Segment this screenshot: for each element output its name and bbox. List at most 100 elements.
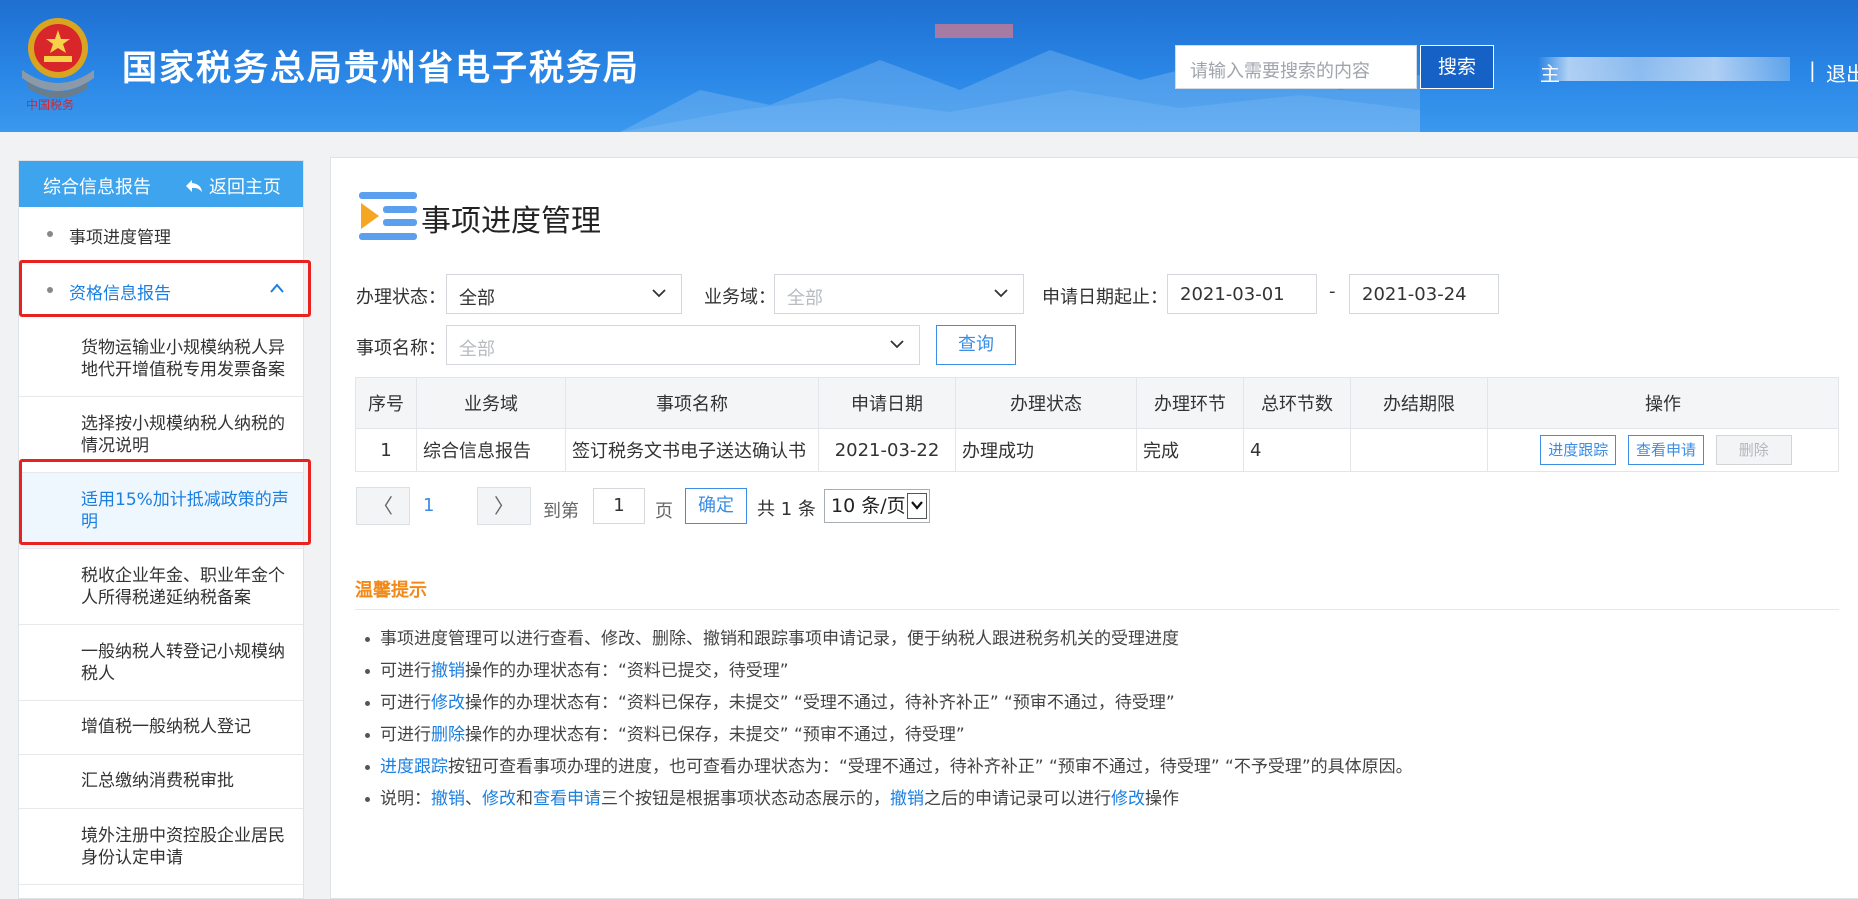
status-filter-label: 办理状态： bbox=[356, 287, 446, 308]
page-number-current[interactable]: 1 bbox=[423, 495, 434, 516]
tip-highlight: 删除 bbox=[431, 725, 465, 745]
sub-item-label: 增值税一般纳税人登记 bbox=[81, 717, 251, 737]
search-button[interactable]: 搜索 bbox=[1420, 45, 1494, 89]
sub-item-label: 境外注册中资控股企业居民身份认定申请 bbox=[81, 826, 285, 868]
col-header: 办理状态 bbox=[955, 377, 1137, 429]
delete-button[interactable]: 删除 bbox=[1715, 435, 1792, 465]
back-home-label: 返回主页 bbox=[209, 177, 281, 198]
goto-page-input[interactable]: 1 bbox=[593, 488, 645, 524]
emblem-caption: 中国税务 bbox=[26, 98, 75, 112]
date-to-input[interactable]: 2021-03-24 bbox=[1349, 274, 1499, 314]
back-arrow-icon bbox=[185, 177, 203, 198]
sidebar-item-label: 事项进度管理 bbox=[69, 228, 171, 248]
next-page-button[interactable]: 〉 bbox=[477, 487, 531, 525]
search-input[interactable]: 请输入需要搜索的内容 bbox=[1175, 45, 1417, 89]
cell-date: 2021-03-22 bbox=[818, 428, 956, 472]
tip-highlight: 进度跟踪 bbox=[380, 757, 448, 777]
page-size-value: 10 条/页 bbox=[831, 495, 906, 517]
page-size-select[interactable]: 10 条/页 bbox=[824, 489, 930, 523]
sidebar-item-progress[interactable]: 事项进度管理 bbox=[19, 207, 303, 261]
tip-text: 按钮可查看事项办理的进度，也可查看办理状态为：“受理不通过，待补齐补正” “预审… bbox=[448, 757, 1413, 777]
col-header: 总环节数 bbox=[1243, 377, 1351, 429]
total-count: 共 1 条 bbox=[757, 499, 816, 520]
sub-item-consumption-tax[interactable]: 汇总缴纳消费税审批 bbox=[19, 755, 303, 809]
track-progress-button[interactable]: 进度跟踪 bbox=[1540, 435, 1617, 465]
name-select[interactable]: 全部 bbox=[446, 325, 920, 365]
highlight-box bbox=[19, 260, 311, 317]
goto-confirm-button[interactable]: 确定 bbox=[685, 488, 747, 524]
chevron-down-icon bbox=[993, 283, 1009, 307]
tip-text: 事项进度管理可以进行查看、修改、删除、撤销和跟踪事项申请记录，便于纳税人跟进税务… bbox=[380, 629, 1179, 649]
tip-highlight: 修改 bbox=[431, 693, 465, 713]
progress-table: 序号 业务域 事项名称 申请日期 办理状态 办理环节 总环节数 办结期限 操作 … bbox=[355, 377, 1839, 472]
bullet-icon bbox=[365, 796, 370, 802]
sub-item-label: 货物运输业小规模纳税人异地代开增值税专用发票备案 bbox=[81, 338, 285, 380]
goto-label: 到第 bbox=[543, 501, 579, 522]
sidebar-header: 综合信息报告 返回主页 bbox=[19, 161, 303, 207]
cell-status: 办理成功 bbox=[955, 428, 1137, 472]
sub-item-annuity-filing[interactable]: 税收企业年金、职业年金个人所得税递延纳税备案 bbox=[19, 549, 303, 625]
col-header: 操作 bbox=[1487, 377, 1839, 429]
tip-item: 说明：撤销、修改和查看申请三个按钮是根据事项状态动态展示的，撤销之后的申请记录可… bbox=[365, 784, 1179, 809]
back-home-link[interactable]: 返回主页 bbox=[185, 173, 281, 199]
domain-select-value: 全部 bbox=[787, 288, 823, 309]
name-filter-label: 事项名称： bbox=[356, 338, 446, 359]
col-header: 申请日期 bbox=[818, 377, 956, 429]
tip-item: 可进行撤销操作的办理状态有：“资料已提交，待受理” bbox=[365, 656, 789, 681]
tip-item: 事项进度管理可以进行查看、修改、删除、撤销和跟踪事项申请记录，便于纳税人跟进税务… bbox=[365, 624, 1179, 649]
sub-item-vat-registration[interactable]: 增值税一般纳税人登记 bbox=[19, 701, 303, 755]
highlight-box bbox=[19, 459, 311, 545]
tip-highlight: 修改 bbox=[482, 789, 516, 809]
bullet-icon bbox=[365, 636, 370, 642]
tip-text: 操作 bbox=[1145, 789, 1179, 809]
prev-page-button[interactable]: 〈 bbox=[356, 487, 410, 525]
query-button[interactable]: 查询 bbox=[936, 325, 1016, 365]
tip-text: 操作的办理状态有：“资料已保存，未提交” “受理不通过，待补齐补正” “预审不通… bbox=[465, 693, 1175, 713]
tip-text: 和 bbox=[516, 789, 533, 809]
col-header: 业务域 bbox=[416, 377, 566, 429]
bullet-icon bbox=[365, 732, 370, 738]
logout-link[interactable]: 退出 bbox=[1826, 58, 1858, 87]
name-select-value: 全部 bbox=[459, 339, 495, 360]
date-range-label: 申请日期起止： bbox=[1042, 287, 1168, 308]
tips-title: 温馨提示 bbox=[355, 580, 427, 601]
sub-item-label: 汇总缴纳消费税审批 bbox=[81, 771, 234, 791]
sub-item-freight-invoice[interactable]: 货物运输业小规模纳税人异地代开增值税专用发票备案 bbox=[19, 321, 303, 397]
list-play-icon bbox=[359, 192, 417, 240]
dropdown-arrow-icon bbox=[907, 493, 927, 519]
tip-highlight: 修改 bbox=[1111, 789, 1145, 809]
bullet-icon bbox=[365, 668, 370, 674]
bullet-icon bbox=[365, 700, 370, 706]
date-from-input[interactable]: 2021-03-01 bbox=[1167, 274, 1317, 314]
page-unit-label: 页 bbox=[655, 501, 673, 522]
user-info-redacted bbox=[1538, 57, 1790, 81]
table-header-row: 序号 业务域 事项名称 申请日期 办理状态 办理环节 总环节数 办结期限 操作 bbox=[355, 377, 1839, 429]
col-header: 事项名称 bbox=[565, 377, 819, 429]
domain-select[interactable]: 全部 bbox=[774, 274, 1024, 314]
bullet-icon bbox=[365, 764, 370, 770]
sidebar-title[interactable]: 综合信息报告 bbox=[43, 173, 151, 199]
table-row: 1 综合信息报告 签订税务文书电子送达确认书 2021-03-22 办理成功 完… bbox=[355, 428, 1839, 472]
status-select[interactable]: 全部 bbox=[446, 274, 682, 314]
tip-text: 可进行 bbox=[380, 725, 431, 745]
bullet-icon bbox=[47, 231, 53, 237]
tip-text: 三个按钮是根据事项状态动态展示的， bbox=[601, 789, 890, 809]
cell-name: 签订税务文书电子送达确认书 bbox=[565, 428, 819, 472]
tip-item: 可进行修改操作的办理状态有：“资料已保存，未提交” “受理不通过，待补齐补正” … bbox=[365, 688, 1175, 713]
header-separator: | bbox=[1809, 58, 1816, 82]
tip-text: 说明： bbox=[380, 789, 431, 809]
cell-deadline bbox=[1350, 428, 1488, 472]
domain-filter-label: 业务域： bbox=[704, 287, 776, 308]
sub-item-resident-identity[interactable]: 境外注册中资控股企业居民身份认定申请 bbox=[19, 809, 303, 885]
tip-highlight: 撤销 bbox=[431, 789, 465, 809]
tip-text: 操作的办理状态有：“资料已提交，待受理” bbox=[465, 661, 789, 681]
cell-domain: 综合信息报告 bbox=[416, 428, 566, 472]
cell-stage: 完成 bbox=[1136, 428, 1244, 472]
cell-ops: 进度跟踪 查看申请 删除 bbox=[1487, 428, 1839, 472]
blurred-banner bbox=[935, 24, 1013, 38]
sub-item-label: 一般纳税人转登记小规模纳税人 bbox=[81, 642, 285, 684]
sub-item-convert-small-scale[interactable]: 一般纳税人转登记小规模纳税人 bbox=[19, 625, 303, 701]
view-application-button[interactable]: 查看申请 bbox=[1627, 435, 1704, 465]
status-select-value: 全部 bbox=[459, 288, 495, 309]
chevron-down-icon bbox=[889, 334, 905, 358]
